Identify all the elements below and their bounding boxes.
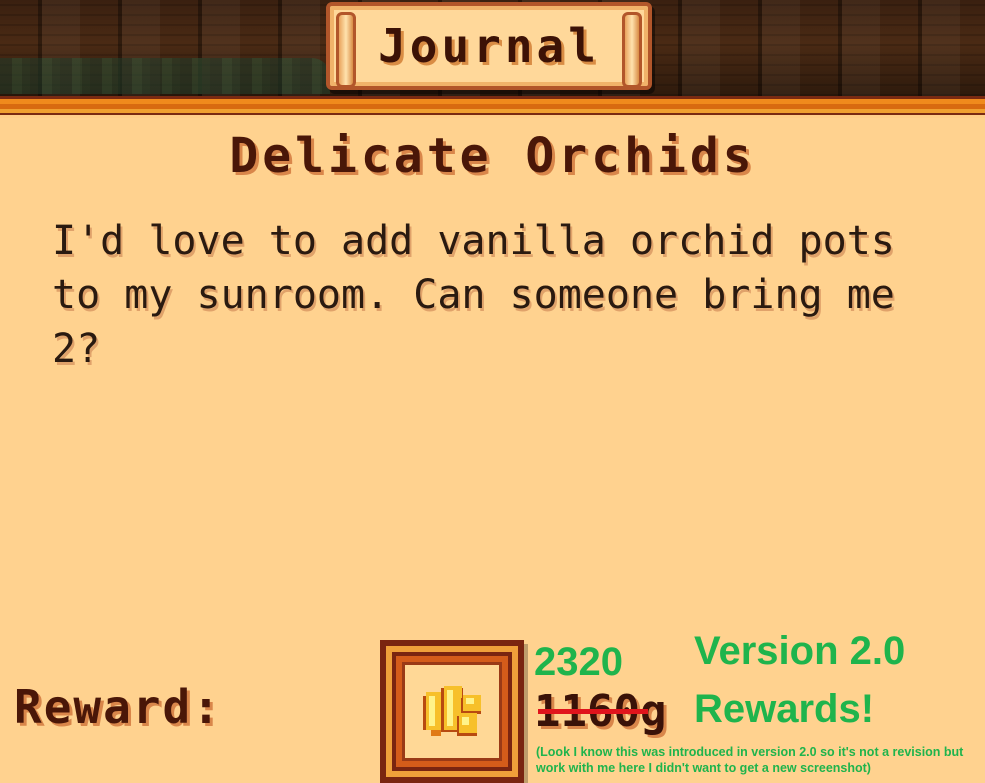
journal-tab-title: Journal	[378, 19, 600, 73]
reward-box	[380, 640, 524, 783]
quest-title: Delicate Orchids	[229, 128, 756, 184]
annotation-footnote: (Look I know this was introduced in vers…	[536, 745, 964, 775]
reward-new-amount: 2320	[534, 640, 623, 684]
gold-coins-icon	[423, 685, 481, 736]
journal-tab[interactable]: Journal	[326, 2, 652, 90]
strikethrough-line	[538, 709, 648, 714]
reward-slot	[402, 662, 502, 761]
quest-description: I'd love to add vanilla orchid pots to m…	[52, 218, 895, 372]
version-annotation: Version 2.0 Rewards!	[694, 629, 906, 731]
reward-label: Reward:	[14, 680, 222, 734]
journal-frame-border	[0, 96, 985, 118]
background-plants	[0, 58, 330, 94]
